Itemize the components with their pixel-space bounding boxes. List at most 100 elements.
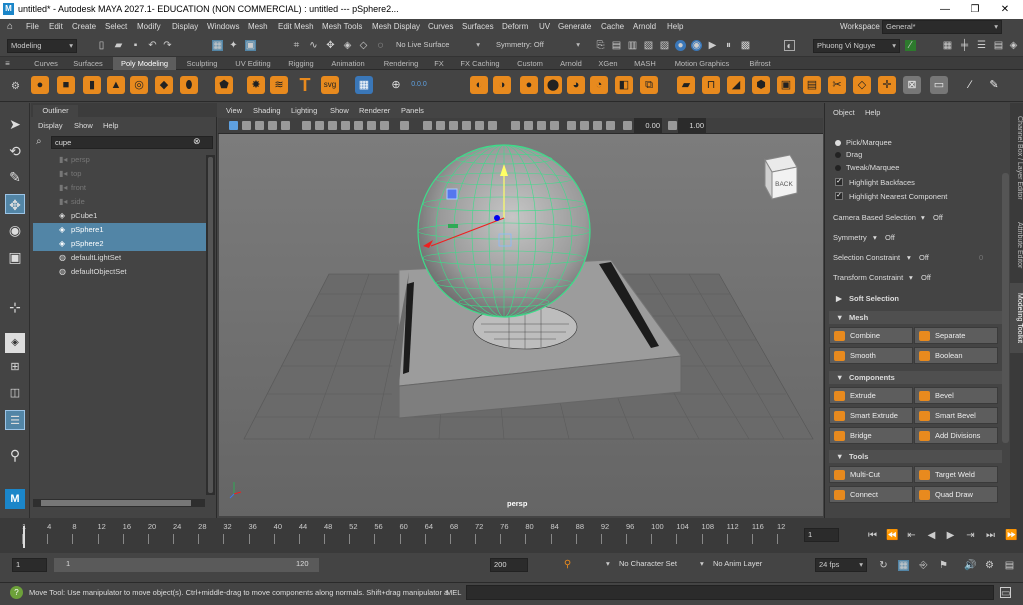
separate-button[interactable]: Separate [914,327,998,344]
ambient-occlusion-icon[interactable] [567,121,576,130]
step-back-frame-icon[interactable]: ⇤ [906,530,917,541]
outliner-menu-show[interactable]: Show [74,121,93,130]
extrude-icon[interactable]: ▰ [677,76,695,94]
camera-attributes-icon[interactable] [242,121,251,130]
append-polygon-icon[interactable]: ⬢ [752,76,770,94]
safe-action-icon[interactable] [380,121,389,130]
select-object-icon[interactable]: ✦ [228,40,239,51]
mesh-section-header[interactable]: ▼ Mesh [829,311,1002,324]
maya-home-icon[interactable]: M [5,489,25,509]
shelf-tab-bifrost[interactable]: Bifrost [743,57,777,70]
save-scene-icon[interactable]: ▪ [130,40,141,51]
super-shape-icon[interactable]: ✸ [247,76,265,94]
gate-mask-icon[interactable] [354,121,363,130]
multi-cut-button[interactable]: Multi-Cut [829,466,913,483]
arnold-ipr-icon[interactable]: ▶ [707,40,718,51]
symmetry-arrow-icon[interactable]: ▾ [873,233,877,242]
sign-in-icon[interactable]: ◐ [784,40,795,52]
outliner-tab[interactable]: Outliner [33,105,78,117]
poly-cone-icon[interactable]: ▲ [107,76,125,94]
last-tool-icon[interactable]: ⊹ [5,297,25,317]
shelf-tab-rendering[interactable]: Rendering [378,57,424,70]
poly-sphere-icon[interactable]: ● [31,76,49,94]
outliner-item[interactable]: ◈ pSphere2 [33,237,208,251]
hypershade-icon[interactable]: ● [675,40,686,51]
quad-draw-button[interactable]: Quad Draw [914,486,998,503]
xray-joints-icon[interactable] [537,121,546,130]
tab-modeling-toolkit[interactable]: Modeling Toolkit [1010,283,1023,353]
outliner-item[interactable]: ▮◂ top [33,167,208,181]
render-sequence-icon[interactable]: ▥ [627,40,638,51]
bookmarks-icon[interactable] [255,121,264,130]
outliner-menu-help[interactable]: Help [103,121,118,130]
render-settings-icon[interactable]: ▨ [659,40,670,51]
outliner-search-input[interactable]: cupe [51,136,213,149]
shadows-icon[interactable] [488,121,497,130]
depth-of-field-icon[interactable] [606,121,615,130]
transform-constraint-value[interactable]: Off [921,273,931,282]
search-icon[interactable]: ⚲ [5,445,25,465]
menu-uv[interactable]: UV [539,19,550,35]
shelf-tab-arnold[interactable]: Arnold [555,57,587,70]
gamma-icon[interactable] [668,121,677,130]
soft-selection-section[interactable]: ▶ Soft Selection [829,292,1002,305]
view-cube[interactable]: BACK [764,154,798,200]
menu-create[interactable]: Create [72,19,96,35]
counter-icon[interactable]: 0.0.0 [410,76,428,94]
poly-smooth-icon[interactable]: ● [520,76,538,94]
shelf-tab-mash[interactable]: MASH [629,57,661,70]
outliner-item[interactable]: ◍ defaultLightSet [33,251,208,265]
isolate-select-icon[interactable] [511,121,520,130]
playback-settings-icon[interactable]: ▤ [1004,560,1015,571]
poly-combine-icon[interactable]: ◐ [470,76,488,94]
menu-mesh-tools[interactable]: Mesh Tools [322,19,362,35]
shelf-options-icon[interactable]: ⚙ [10,81,21,92]
outliner-item[interactable]: ▮◂ front [33,181,208,195]
lasso-tool-icon[interactable]: ⟲ [5,141,25,161]
toolkit-menu-object[interactable]: Object [833,108,855,117]
playback-prefs-icon[interactable]: ⚑ [938,560,949,571]
shelf-tab-curves[interactable]: Curves [30,57,62,70]
bridge-button[interactable]: Bridge [829,427,913,444]
shelf-tab-xgen[interactable]: XGen [594,57,622,70]
film-gate-icon[interactable] [328,121,337,130]
play-forwards-icon[interactable]: ▶ [945,530,956,541]
two-pane-icon[interactable]: ◫ [5,383,25,403]
image-plane-icon[interactable] [268,121,277,130]
default-material-icon[interactable] [449,121,458,130]
character-set-dropdown[interactable]: No Character Set [619,559,677,568]
wireframe-on-shaded-icon[interactable] [436,121,445,130]
menu-modify[interactable]: Modify [137,19,161,35]
exposure-field[interactable]: 0.00 [634,118,662,134]
user-account-dropdown[interactable]: Phuong Vi Nguye [813,39,900,53]
delete-edge-icon[interactable]: ▭ [930,76,948,94]
fill-hole-icon[interactable]: ▣ [777,76,795,94]
paint-icon[interactable]: ✎ [985,76,1003,94]
shelf-tab-poly-modeling[interactable]: Poly Modeling [113,57,176,70]
smooth-button[interactable]: Smooth [829,347,913,364]
menu-help[interactable]: Help [667,19,683,35]
menu-select[interactable]: Select [105,19,127,35]
symmetry-dropdown[interactable]: Symmetry: Off [493,39,583,53]
preferences-icon[interactable]: ⚙ [984,560,995,571]
viewport-menu-lighting[interactable]: Lighting [291,103,317,118]
poly-disc-icon[interactable]: ⬮ [180,76,198,94]
anim-layer-dropdown[interactable]: No Anim Layer [713,559,762,568]
target-weld-button[interactable]: Target Weld [914,466,998,483]
paint-select-tool-icon[interactable]: ✎ [5,167,25,187]
four-pane-icon[interactable]: ⊞ [5,357,25,377]
menu-deform[interactable]: Deform [502,19,528,35]
knife-icon[interactable]: ∕ [961,76,979,94]
go-to-end-icon[interactable]: ⏭ [985,530,996,541]
character-set-arrow-icon[interactable]: ▾ [606,559,610,568]
arnold-render-icon[interactable]: ◉ [691,40,702,51]
merge-icon[interactable]: ⧉ [640,76,658,94]
perspective-viewport[interactable]: BACK persp [219,134,823,516]
outliner-toggle-icon[interactable]: ◈ [1008,40,1019,51]
viewport-menu-view[interactable]: View [226,103,242,118]
live-surface-dropdown[interactable]: No Live Surface [393,39,483,53]
center-pivot-icon[interactable]: ⊕ [387,76,405,94]
camera-selection-value[interactable]: Off [933,213,943,222]
layer-editor-icon[interactable]: ▤ [993,40,1004,51]
menu-mesh-display[interactable]: Mesh Display [372,19,420,35]
